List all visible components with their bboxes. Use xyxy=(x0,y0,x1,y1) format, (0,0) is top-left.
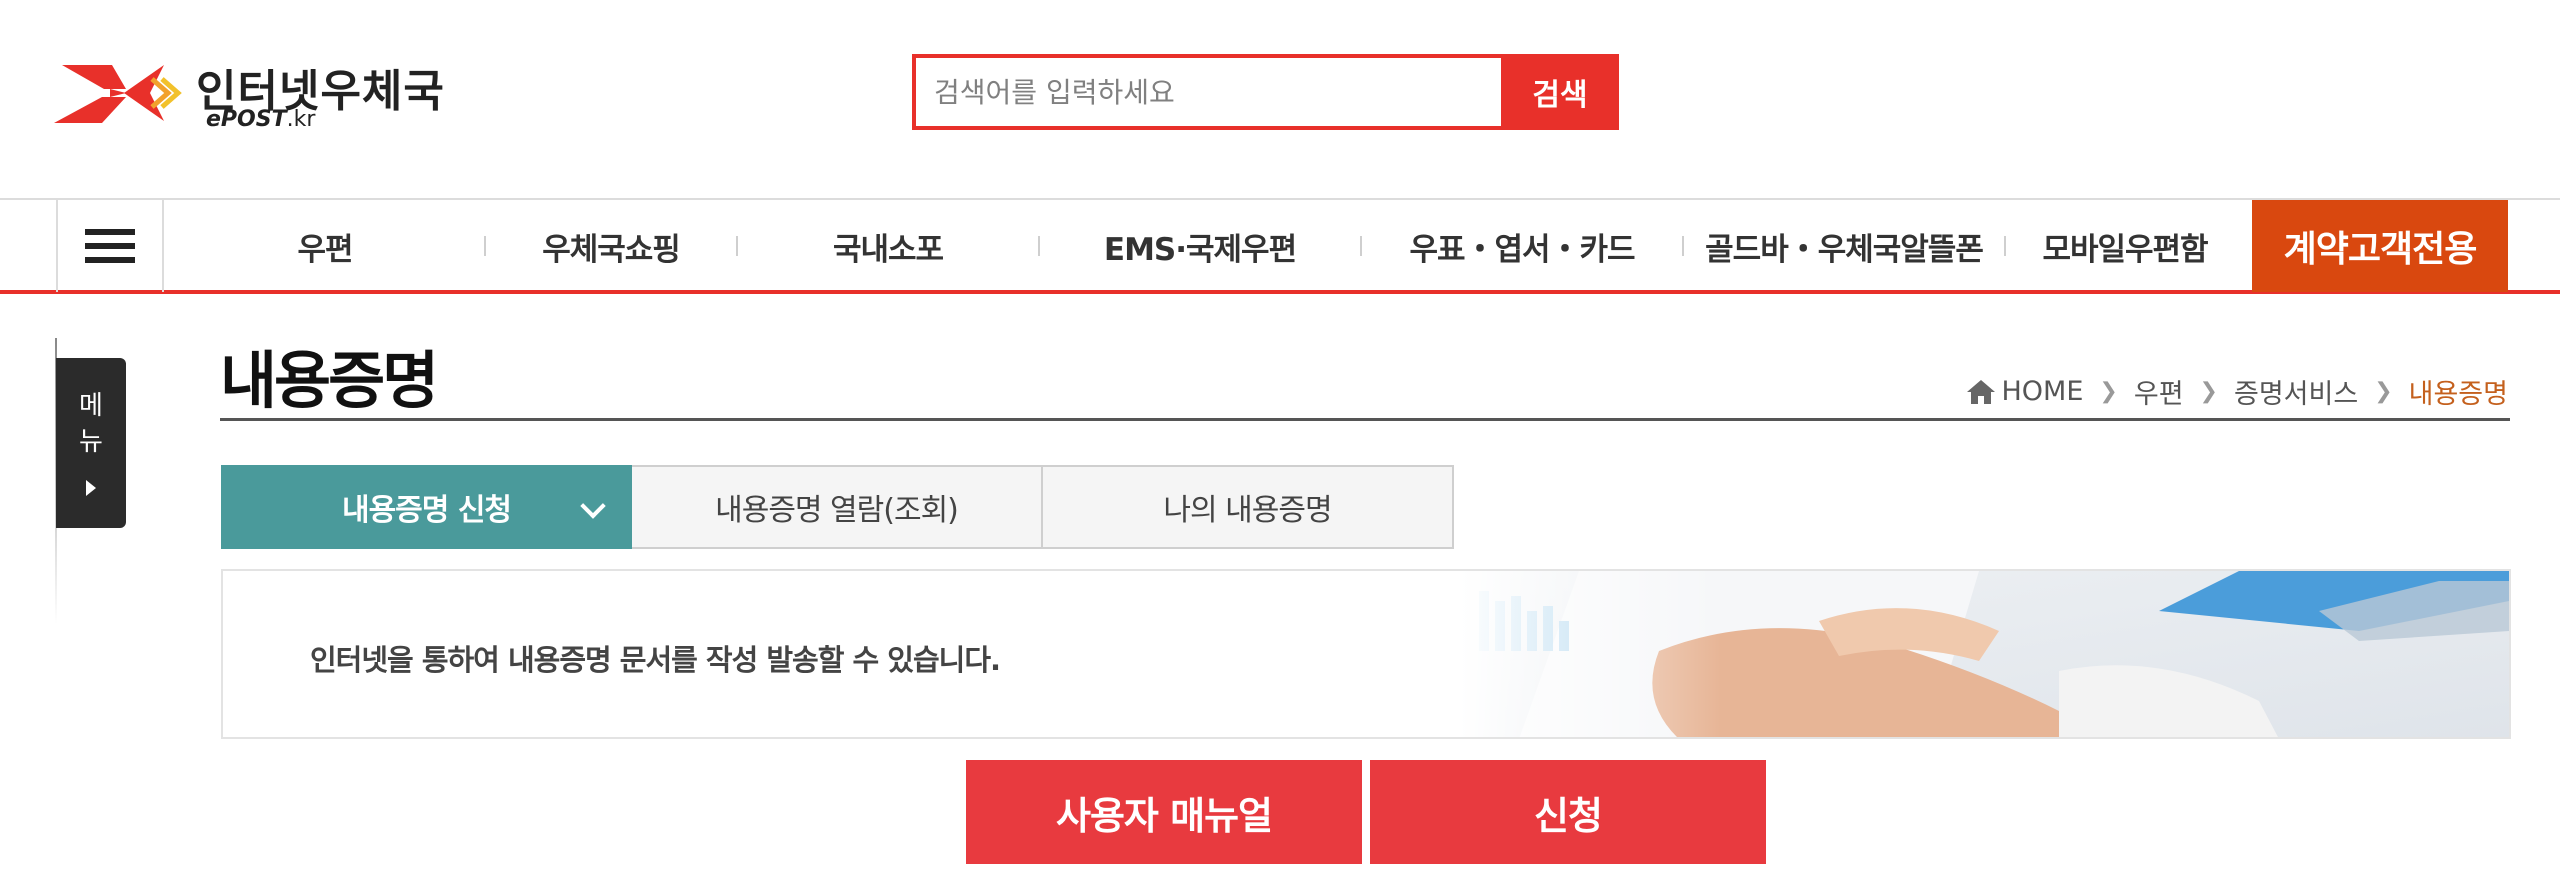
site-logo[interactable]: 인터넷우체국 ePOST.kr xyxy=(54,55,454,135)
chevron-right-icon: ❯ xyxy=(2099,379,2118,404)
breadcrumb-home[interactable]: HOME xyxy=(2002,376,2084,407)
banner-text: 인터넷을 통하여 내용증명 문서를 작성 발송할 수 있습니다. xyxy=(310,643,1001,677)
epost-logo-icon xyxy=(54,65,182,123)
all-menu-button[interactable] xyxy=(56,200,164,292)
breadcrumb: HOME ❯ 우편 ❯ 증명서비스 ❯ 내용증명 xyxy=(1966,372,2508,411)
gnb-item-stamps[interactable]: 우표・엽서・카드 xyxy=(1362,224,1682,269)
logo-sub-brand: ePOST xyxy=(206,107,287,132)
chevron-down-icon xyxy=(580,493,606,519)
search-bar: 검색 xyxy=(912,54,1619,130)
gnb-item-ems[interactable]: EMS·국제우편 xyxy=(1040,224,1360,269)
tab-apply[interactable]: 내용증명 신청 xyxy=(221,465,632,549)
apply-button[interactable]: 신청 xyxy=(1370,760,1766,864)
breadcrumb-post[interactable]: 우편 xyxy=(2134,372,2184,411)
logo-sub-domain: .kr xyxy=(286,107,316,132)
logo-subtitle: ePOST.kr xyxy=(206,107,315,132)
intro-banner: 인터넷을 통하여 내용증명 문서를 작성 발송할 수 있습니다. xyxy=(221,569,2511,739)
chevron-right-icon: ❯ xyxy=(2199,379,2218,404)
tab-view[interactable]: 내용증명 열람(조회) xyxy=(632,465,1043,549)
page-title: 내용증명 xyxy=(220,344,439,417)
global-navigation: 우편 우체국쇼핑 국내소포 EMS·국제우편 우표・엽서・카드 골드바・우체국알… xyxy=(0,198,2560,294)
content-tabs: 내용증명 신청 내용증명 열람(조회) 나의 내용증명 xyxy=(221,465,1454,549)
search-input[interactable] xyxy=(912,54,1501,130)
user-manual-button[interactable]: 사용자 매뉴얼 xyxy=(966,760,1362,864)
breadcrumb-certificate-service[interactable]: 증명서비스 xyxy=(2234,372,2358,411)
search-button[interactable]: 검색 xyxy=(1501,54,1619,130)
tab-my-certificates[interactable]: 나의 내용증명 xyxy=(1043,465,1454,549)
title-divider xyxy=(220,418,2510,421)
gnb-item-post[interactable]: 우편 xyxy=(166,224,484,269)
banner-document-image xyxy=(1459,571,2509,737)
gnb-item-parcel[interactable]: 국내소포 xyxy=(738,224,1038,269)
gnb-item-shopping[interactable]: 우체국쇼핑 xyxy=(486,224,736,269)
home-icon xyxy=(1966,379,1995,404)
contract-customer-button[interactable]: 계약고객전용 xyxy=(2252,200,2508,292)
gnb-item-goldbar[interactable]: 골드바・우체국알뜰폰 xyxy=(1684,224,2004,269)
hamburger-icon xyxy=(85,221,135,271)
side-menu-tab[interactable]: 메뉴 xyxy=(56,358,126,528)
action-buttons: 사용자 매뉴얼 신청 xyxy=(966,760,1766,864)
side-menu-label: 메뉴 xyxy=(79,391,103,457)
chevron-right-icon: ❯ xyxy=(2374,379,2393,404)
arrow-right-icon xyxy=(86,480,96,496)
gnb-items: 우편 우체국쇼핑 국내소포 EMS·국제우편 우표・엽서・카드 골드바・우체국알… xyxy=(166,200,2244,292)
gnb-item-mobile-mailbox[interactable]: 모바일우편함 xyxy=(2006,224,2244,269)
tab-apply-label: 내용증명 신청 xyxy=(341,493,512,528)
breadcrumb-current: 내용증명 xyxy=(2408,379,2508,410)
